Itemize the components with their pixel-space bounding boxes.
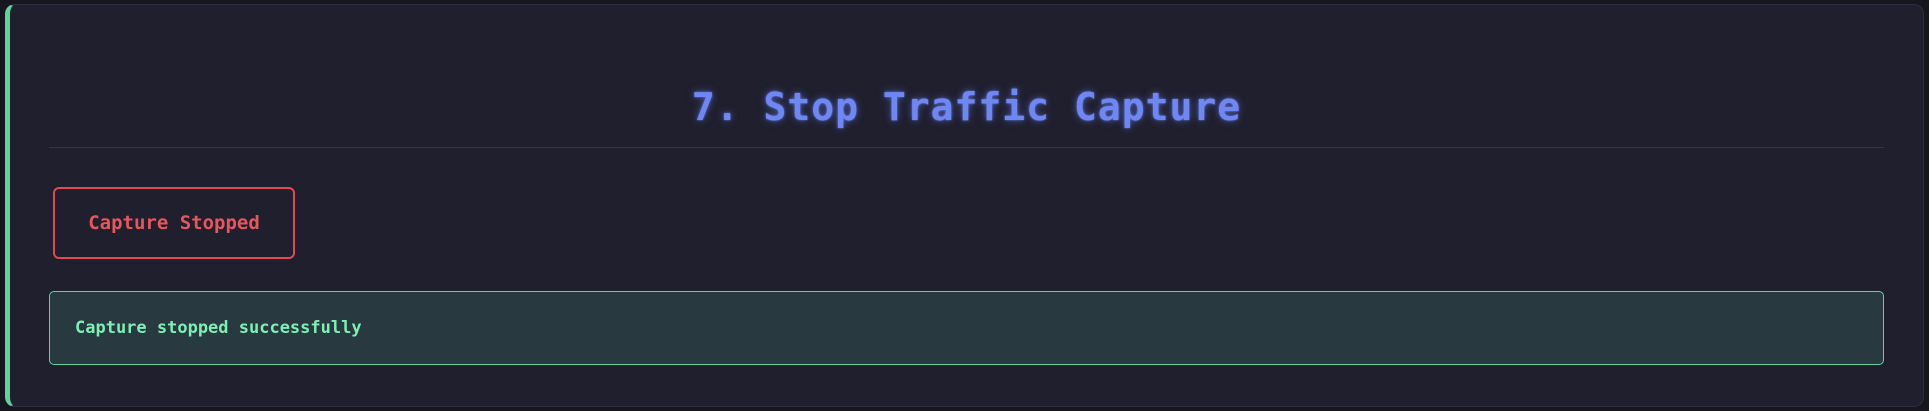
capture-stopped-button[interactable]: Capture Stopped: [53, 187, 295, 259]
title-divider: [49, 147, 1884, 148]
capture-section-panel: 7. Stop Traffic Capture Capture Stopped …: [5, 4, 1924, 407]
status-message-box: Capture stopped successfully: [49, 291, 1884, 365]
status-message: Capture stopped successfully: [75, 318, 362, 338]
section-title: 7. Stop Traffic Capture: [691, 85, 1242, 129]
